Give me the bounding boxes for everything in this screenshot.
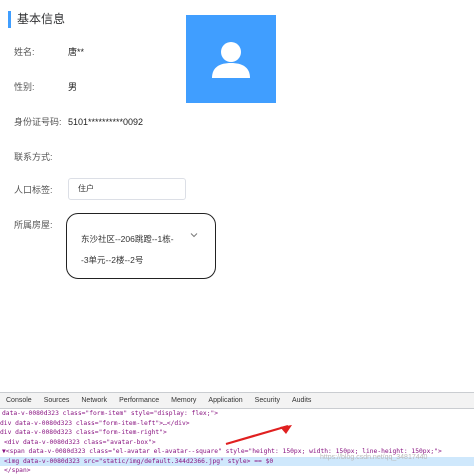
watermark: https://blog.csdn.net/qq_34817440 (320, 454, 428, 461)
tag-row: 人口标签: (14, 184, 68, 196)
house-label: 所属房屋: (14, 220, 53, 230)
devtools-tabbar: Console Sources Network Performance Memo… (0, 393, 474, 409)
id-row: 身份证号码: 5101**********0092 (14, 116, 143, 128)
user-icon (212, 42, 250, 78)
tag-select[interactable]: 住户 (68, 178, 186, 200)
annotation-arrow-icon (225, 424, 292, 446)
tab-application[interactable]: Application (202, 393, 248, 409)
dom-line[interactable]: </span> (0, 466, 474, 475)
tab-memory[interactable]: Memory (165, 393, 202, 409)
gender-label: 性别: (14, 82, 35, 92)
avatar[interactable] (186, 15, 276, 103)
id-label: 身份证号码: (14, 117, 62, 127)
contact-row: 联系方式: (14, 151, 68, 163)
tag-label: 人口标签: (14, 185, 53, 195)
tab-audits[interactable]: Audits (286, 393, 317, 409)
profile-page: 基本信息 姓名: 唐** 性别: 男 身份证号码: 5101**********009… (0, 0, 474, 392)
tab-network[interactable]: Network (75, 393, 113, 409)
tab-console[interactable]: Console (0, 393, 38, 409)
tab-security[interactable]: Security (249, 393, 286, 409)
name-row: 姓名: 唐** (14, 46, 84, 58)
section-title: 基本信息 (8, 11, 65, 28)
contact-label: 联系方式: (14, 152, 53, 162)
house-select[interactable]: 东沙社区--206跳蹬--1栋- -3单元--2楼--2号 (66, 213, 216, 279)
house-row: 所属房屋: (14, 219, 68, 231)
tab-sources[interactable]: Sources (38, 393, 76, 409)
chevron-down-icon (190, 233, 198, 238)
tab-performance[interactable]: Performance (113, 393, 165, 409)
name-value: 唐** (68, 47, 85, 57)
gender-value: 男 (68, 82, 78, 92)
name-label: 姓名: (14, 47, 35, 57)
id-value: 5101**********0092 (68, 117, 144, 127)
house-line1: 东沙社区--206跳蹬--1栋- (81, 234, 174, 244)
dom-line[interactable]: data-v-0080d323 class="form-item" style=… (0, 409, 474, 419)
gender-row: 性别: 男 (14, 81, 77, 93)
tag-select-value: 住户 (78, 184, 94, 193)
house-line2: -3单元--2楼--2号 (81, 255, 144, 265)
